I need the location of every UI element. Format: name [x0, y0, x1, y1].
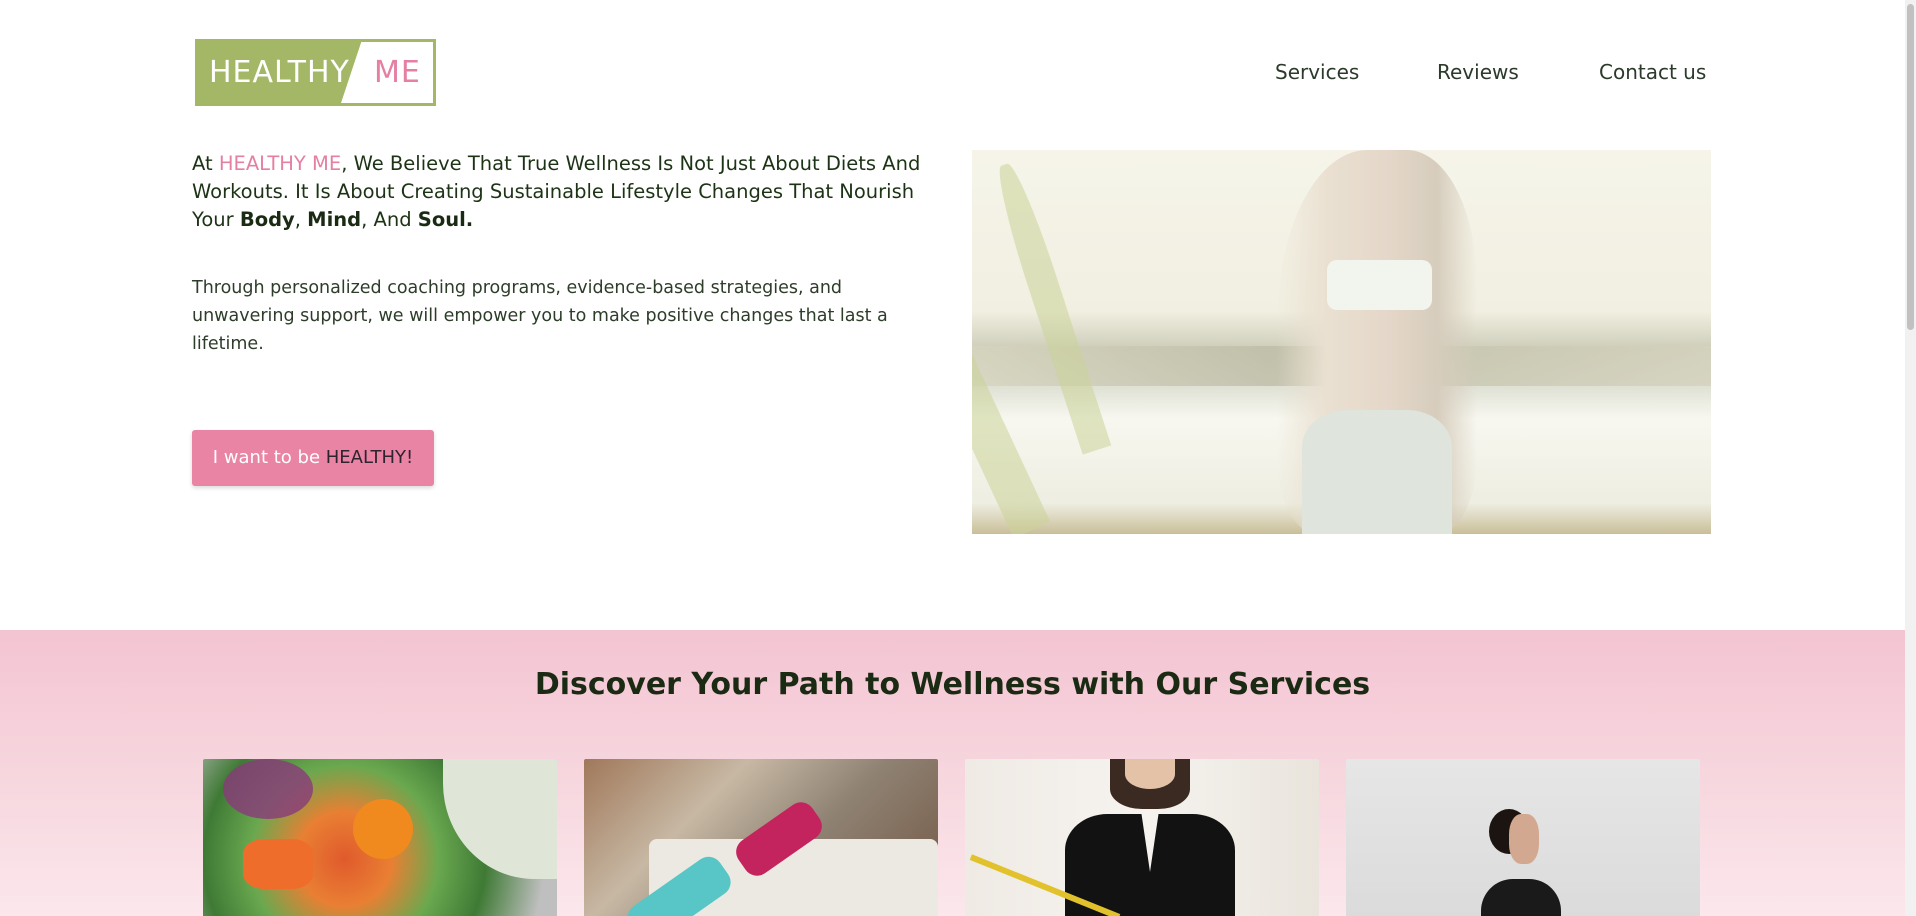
carrot-shape [243, 839, 313, 889]
brand-name: HEALTHY ME [218, 152, 342, 175]
service-card-fitness-image[interactable] [584, 759, 938, 916]
service-card-nutrition-image[interactable] [203, 759, 557, 916]
black-top-shape [1065, 814, 1235, 916]
hero-intro: At HEALTHY ME, We Believe That True Well… [192, 150, 937, 234]
cta-prefix: I want to be [212, 447, 326, 468]
hero-image-haze [972, 150, 1711, 534]
logo[interactable]: HEALTHY ME [195, 39, 436, 106]
logo-word-me: ME [374, 55, 421, 90]
face-shape [1509, 814, 1539, 864]
logo-word-healthy: HEALTHY [209, 55, 350, 90]
service-card-weight-image[interactable] [965, 759, 1319, 916]
intro-prefix: At [192, 152, 219, 175]
word-and: , And [361, 208, 418, 231]
comma: , [294, 208, 308, 231]
word-mind: Mind [307, 208, 362, 231]
hero-image [972, 150, 1711, 534]
service-card-mindfulness-image[interactable] [1346, 759, 1700, 916]
face-shape [1125, 759, 1175, 789]
bowl-shape [443, 759, 557, 879]
scrollbar-thumb[interactable] [1907, 4, 1914, 330]
services-title: Discover Your Path to Wellness with Our … [534, 667, 1371, 702]
torso-shape [1481, 879, 1561, 916]
word-soul: Soul. [417, 208, 474, 231]
services-section: Discover Your Path to Wellness with Our … [0, 630, 1905, 916]
cta-strong: HEALTHY! [325, 447, 414, 468]
nav-services[interactable]: Services [1275, 60, 1359, 84]
nav-reviews[interactable]: Reviews [1437, 60, 1519, 84]
healthy-cta-button[interactable]: I want to be HEALTHY! [192, 430, 434, 486]
cabbage-shape [223, 759, 313, 819]
tomato-shape [353, 799, 413, 859]
word-body: Body [239, 208, 295, 231]
page: HEALTHY ME Services Reviews Contact us A… [0, 0, 1905, 916]
hero-description: Through personalized coaching programs, … [192, 278, 888, 354]
page-scrollbar[interactable] [1905, 0, 1916, 916]
nav-contact-us[interactable]: Contact us [1599, 60, 1706, 84]
